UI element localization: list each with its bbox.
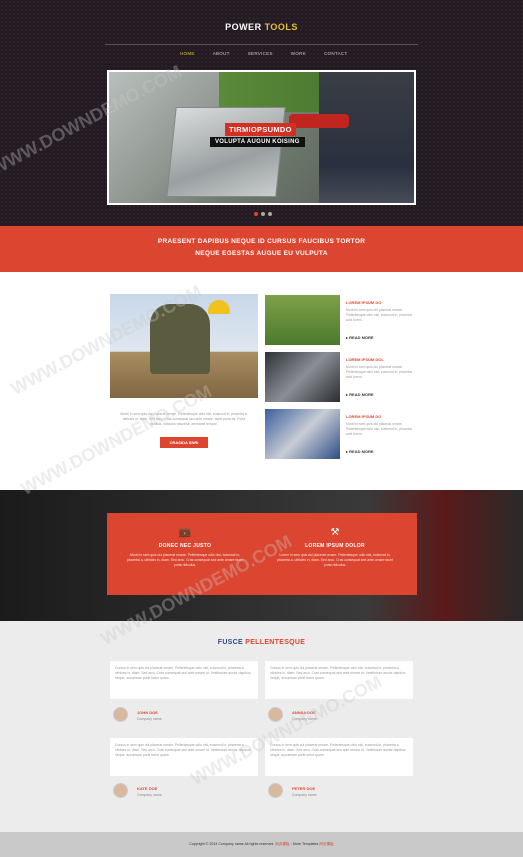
- services-box: 💼 DONEC NEC JUSTO Morbi in sem quis dui …: [107, 513, 417, 595]
- slider-dots: [254, 212, 272, 216]
- play-icon: ▸: [346, 335, 349, 340]
- service-title: LOREM IPSUM DOLOR: [305, 543, 365, 549]
- author-company: Company name: [292, 793, 317, 797]
- footer: Copyright © 2014 Company name All rights…: [0, 832, 523, 857]
- feature-item: LOREM IPSUM DOL Morbi in sem quis dui pl…: [265, 352, 415, 404]
- author-name: PETER DOE: [292, 786, 316, 791]
- feature-item-text: Morbi in sem quis dui placerat ornare. P…: [346, 308, 412, 322]
- nav-services[interactable]: SERVICES: [248, 51, 273, 56]
- nav-about[interactable]: ABOUT: [213, 51, 230, 56]
- hero-slide[interactable]: TIRMIOPSUMDO VOLUPTA AUGUN KOISING: [107, 70, 416, 205]
- logo-part-1: POWER: [225, 22, 262, 32]
- nav-home[interactable]: HOME: [180, 51, 195, 56]
- feature-thumb-pliers: [265, 409, 340, 459]
- feature-main-text: Morbi in sem quis dui placerat ornare. P…: [120, 412, 248, 427]
- slide-caption-subtitle: VOLUPTA AUGUN KOISING: [210, 137, 305, 147]
- testimonials-title-a: FUSCE: [217, 639, 243, 646]
- read-more-label: READ MORE: [349, 392, 374, 397]
- author-company: Company name: [137, 717, 162, 721]
- services-section: 💼 DONEC NEC JUSTO Morbi in sem quis dui …: [0, 490, 523, 621]
- feature-item-text: Morbi in sem quis dui placerat ornare. P…: [346, 422, 412, 436]
- testimonial-quote: Cursus in sem quis dui placerat ornare. …: [265, 661, 413, 699]
- service-text: Lorem in sem quis dui placerat ornare. P…: [277, 553, 393, 567]
- testimonial-quote: Cursus in sem quis dui placerat ornare. …: [110, 738, 258, 776]
- feature-main-button[interactable]: CRASIDA SNRI: [160, 437, 208, 448]
- nav-divider: [105, 44, 418, 45]
- footer-link-1[interactable]: 网页模板: [275, 842, 289, 846]
- read-more-link[interactable]: ▸ READ MORE: [346, 392, 374, 397]
- footer-copyright: Copyright © 2014 Company name All rights…: [189, 842, 275, 846]
- feature-item: LOREM IPSUM DO Morbi in sem quis dui pla…: [265, 295, 415, 347]
- slide-caption-title: TIRMIOPSUMDO: [225, 123, 296, 136]
- slide-worker: [319, 72, 414, 203]
- briefcase-icon: 💼: [178, 527, 192, 538]
- slider-dot-1[interactable]: [254, 212, 258, 216]
- read-more-label: READ MORE: [349, 449, 374, 454]
- testimonial-quote: Cursus in sem quis dui placerat ornare. …: [110, 661, 258, 699]
- nav-work[interactable]: WORK: [291, 51, 306, 56]
- read-more-link[interactable]: ▸ READ MORE: [346, 449, 374, 454]
- service-item: 💼 DONEC NEC JUSTO Morbi in sem quis dui …: [125, 527, 245, 568]
- footer-more-templates: - More Templates: [289, 842, 320, 846]
- feature-item-title: LOREM IPSUM DO: [346, 300, 382, 305]
- author-name: KATE DOE: [137, 786, 158, 791]
- testimonial-quote: Cursus in sem quis dui placerat ornare. …: [265, 738, 413, 776]
- testimonial-author: ANNSA DOE Company name: [268, 707, 388, 723]
- service-item: ⚒ LOREM IPSUM DOLOR Lorem in sem quis du…: [275, 527, 395, 568]
- feature-item-title: LOREM IPSUM DO: [346, 414, 382, 419]
- avatar: [268, 783, 283, 798]
- footer-link-2[interactable]: 网页模板: [319, 842, 333, 846]
- avatar: [268, 707, 283, 722]
- tools-icon: ⚒: [330, 527, 340, 538]
- author-name: JOHN DOE: [137, 710, 158, 715]
- testimonial-author: JOHN DOE Company name: [113, 707, 233, 723]
- intro-band: PRAESENT DAPIBUS NEQUE ID CURSUS FAUCIBU…: [0, 226, 523, 272]
- feature-thumb-chainsaw: [265, 295, 340, 345]
- slider-dot-2[interactable]: [261, 212, 265, 216]
- slide-stone-block: [166, 107, 286, 197]
- feature-item-text: Morbi in sem quis dui placerat ornare. P…: [346, 365, 412, 379]
- logo[interactable]: POWER TOOLS: [0, 22, 523, 32]
- feature-item: LOREM IPSUM DO Morbi in sem quis dui pla…: [265, 409, 415, 461]
- service-title: DONEC NEC JUSTO: [158, 543, 212, 549]
- slider-dot-3[interactable]: [268, 212, 272, 216]
- feature-thumb-tools: [265, 352, 340, 402]
- image-hardhat: [208, 300, 230, 314]
- avatar: [113, 707, 128, 722]
- testimonials-title: FUSCE PELLENTESQUE: [0, 639, 523, 646]
- author-name: ANNSA DOE: [292, 710, 316, 715]
- play-icon: ▸: [346, 449, 349, 454]
- feature-item-title: LOREM IPSUM DOL: [346, 357, 384, 362]
- feature-main-image: [110, 294, 258, 398]
- read-more-link[interactable]: ▸ READ MORE: [346, 335, 374, 340]
- header-hero: POWER TOOLS HOME ABOUT SERVICES WORK CON…: [0, 0, 523, 226]
- testimonials-title-b: PELLENTESQUE: [245, 639, 306, 646]
- author-company: Company name: [292, 717, 317, 721]
- play-icon: ▸: [346, 392, 349, 397]
- slide-saw: [289, 114, 349, 128]
- logo-part-2: TOOLS: [264, 22, 298, 32]
- service-text: Morbi in sem quis dui placerat ornare. P…: [127, 553, 243, 567]
- testimonial-author: PETER DOE Company name: [268, 783, 388, 799]
- image-worker: [150, 304, 210, 374]
- read-more-label: READ MORE: [349, 335, 374, 340]
- intro-line-2: NEQUE EGESTAS AUGUE EU VULPUTA: [195, 250, 328, 257]
- nav-contact[interactable]: CONTACT: [324, 51, 348, 56]
- intro-line-1: PRAESENT DAPIBUS NEQUE ID CURSUS FAUCIBU…: [157, 238, 366, 245]
- testimonial-author: KATE DOE Company name: [113, 783, 233, 799]
- main-nav: HOME ABOUT SERVICES WORK CONTACT: [180, 51, 366, 56]
- page: POWER TOOLS HOME ABOUT SERVICES WORK CON…: [0, 0, 523, 857]
- testimonials-section: FUSCE PELLENTESQUE Cursus in sem quis du…: [0, 621, 523, 832]
- avatar: [113, 783, 128, 798]
- features-section: Morbi in sem quis dui placerat ornare. P…: [0, 272, 523, 490]
- author-company: Company name: [137, 793, 162, 797]
